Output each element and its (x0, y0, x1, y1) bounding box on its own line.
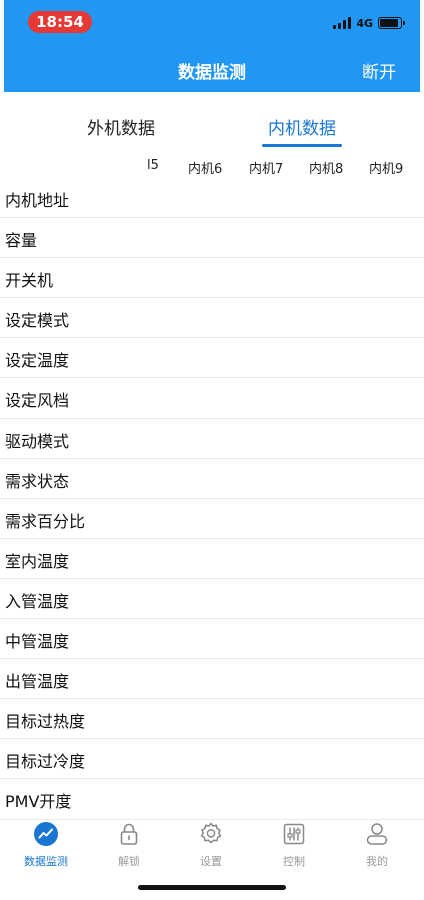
param-label: 目标过热度 (5, 712, 86, 732)
app-header: 18:54 4G 数据监测 断开 (4, 0, 420, 92)
param-row: 入管温度 (0, 579, 424, 620)
nav-unlock[interactable]: 解锁 (94, 821, 164, 869)
param-label: 设定风档 (5, 391, 70, 411)
param-row: 室内温度 (0, 539, 424, 579)
param-row: PMV开度 (0, 779, 424, 820)
param-label: 设定温度 (5, 351, 70, 371)
param-label: 需求百分比 (5, 511, 86, 531)
network-type: 4G (356, 16, 373, 30)
nav-data-monitor[interactable]: 数据监测 (11, 821, 81, 869)
battery-icon (378, 17, 405, 29)
status-indicators: 4G (333, 14, 405, 32)
active-tab-indicator (262, 144, 342, 147)
nav-control[interactable]: 控制 (259, 821, 329, 869)
bottom-navigation: 数据监测 解锁 设置 控制 我的 (0, 815, 424, 871)
param-label: 容量 (5, 231, 38, 251)
param-label: 入管温度 (5, 591, 70, 611)
param-row: 设定温度 (0, 338, 424, 379)
nav-label: 数据监测 (24, 855, 68, 868)
param-row: 目标过冷度 (0, 739, 424, 780)
home-indicator[interactable] (138, 885, 286, 890)
param-row: 需求百分比 (0, 499, 424, 539)
parameter-list[interactable]: 内机地址 容量 开关机 设定模式 设定温度 设定风档 驱动模式 需求状态 需求百… (0, 178, 424, 820)
nav-profile[interactable]: 我的 (342, 821, 412, 869)
chart-icon (34, 822, 58, 846)
param-label: 目标过冷度 (5, 752, 86, 772)
nav-label: 我的 (366, 855, 388, 868)
nav-label: 控制 (283, 855, 305, 868)
unit-column-6: 内机6 (188, 162, 223, 177)
param-row: 驱动模式 (0, 419, 424, 459)
param-row: 中管温度 (0, 619, 424, 660)
param-row: 设定模式 (0, 298, 424, 339)
unit-column-7: 内机7 (249, 162, 284, 177)
param-label: 设定模式 (5, 311, 70, 331)
gear-icon (200, 822, 222, 844)
param-row: 开关机 (0, 258, 424, 299)
param-row: 目标过热度 (0, 699, 424, 740)
data-tabs: 外机数据 内机数据 (0, 104, 424, 148)
sliders-icon (283, 823, 305, 845)
param-label: 开关机 (5, 271, 54, 291)
param-row: 内机地址 (0, 178, 424, 219)
param-label: 需求状态 (5, 471, 70, 491)
tab-outdoor-data[interactable]: 外机数据 (87, 114, 155, 139)
disconnect-button[interactable]: 断开 (362, 58, 396, 83)
unit-column-5: l5 (147, 158, 159, 173)
unit-column-header[interactable]: l5 内机6 内机7 内机8 内机9 (0, 154, 424, 180)
page-title: 数据监测 (178, 63, 246, 83)
unit-column-9: 内机9 (369, 162, 404, 177)
param-label: 室内温度 (5, 551, 70, 571)
person-icon (366, 823, 388, 845)
param-label: 驱动模式 (5, 431, 70, 451)
status-bar: 18:54 4G (4, 0, 420, 44)
status-time: 18:54 (28, 11, 92, 33)
nav-label: 设置 (200, 855, 222, 868)
nav-settings[interactable]: 设置 (176, 821, 246, 869)
signal-icon (333, 17, 352, 29)
lock-icon (120, 823, 138, 845)
param-label: 出管温度 (5, 672, 70, 692)
tab-indoor-data[interactable]: 内机数据 (268, 114, 336, 139)
param-row: 设定风档 (0, 378, 424, 419)
param-label: 中管温度 (5, 632, 70, 652)
param-row: 需求状态 (0, 459, 424, 499)
param-label: PMV开度 (5, 792, 72, 812)
param-row: 容量 (0, 218, 424, 259)
unit-column-8: 内机8 (309, 162, 344, 177)
param-row: 出管温度 (0, 659, 424, 700)
param-label: 内机地址 (5, 191, 70, 210)
nav-label: 解锁 (118, 855, 140, 868)
